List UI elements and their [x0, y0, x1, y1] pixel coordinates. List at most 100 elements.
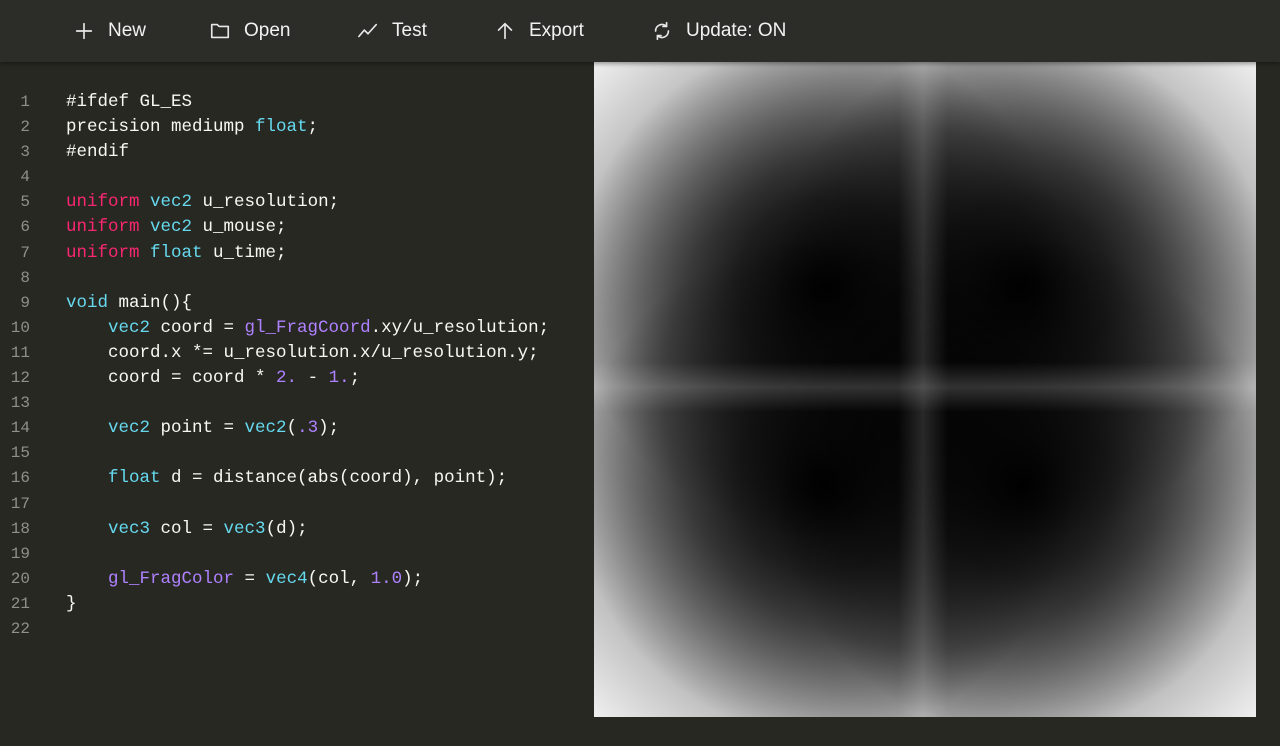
line-number: 20 [10, 569, 30, 588]
code-token: = [234, 568, 266, 589]
code-token: point = [150, 418, 245, 439]
shader-preview-image [594, 62, 1256, 717]
code-token: precision mediump [66, 117, 256, 138]
shader-preview-canvas[interactable] [594, 62, 1256, 717]
code-token: u_resolution; [192, 192, 340, 213]
line-number: 4 [20, 168, 30, 187]
line-number: 12 [10, 369, 30, 388]
open-button[interactable]: Open [208, 0, 290, 62]
code-token: float [108, 468, 161, 489]
code-text: void main(){ [66, 291, 192, 316]
line-number: 13 [10, 394, 30, 413]
code-token: coord.x *= u_resolution.x/u_resolution.y… [66, 342, 539, 363]
code-token: 2. [276, 368, 298, 389]
code-token: uniform [66, 192, 140, 213]
export-button-label: Export [529, 20, 584, 41]
export-button[interactable]: Export [493, 0, 584, 62]
code-token: ); [318, 418, 340, 439]
line-number: 21 [10, 594, 30, 613]
code-line[interactable]: 7 uniform float u_time; [0, 241, 594, 266]
code-text: vec3 col = vec3(d); [66, 517, 308, 542]
code-line[interactable]: 12 coord = coord * 2. - 1.; [0, 366, 594, 391]
code-token: 1.0 [370, 568, 403, 589]
code-line[interactable]: 2 precision mediump float; [0, 115, 594, 140]
code-token: vec2 [244, 418, 287, 439]
line-number: 1 [20, 93, 30, 111]
code-text: vec2 point = vec2(.3); [66, 416, 339, 441]
code-line[interactable]: 1 #ifdef GL_ES [0, 90, 594, 115]
line-number: 22 [10, 619, 30, 638]
code-line[interactable]: 17 [0, 492, 594, 517]
code-line[interactable]: 9 void main(){ [0, 291, 594, 316]
folder-icon [208, 19, 232, 43]
refresh-icon [650, 19, 674, 43]
code-token: (col, [307, 568, 371, 589]
code-text: vec2 coord = gl_FragCoord.xy/u_resolutio… [66, 316, 549, 341]
code-line[interactable]: 5 uniform vec2 u_resolution; [0, 190, 594, 215]
line-number: 7 [20, 243, 30, 262]
code-token: 1. [328, 368, 350, 389]
code-token: vec3 [108, 518, 151, 539]
test-button[interactable]: Test [356, 0, 427, 62]
code-line[interactable]: 20 gl_FragColor = vec4(col, 1.0); [0, 567, 594, 592]
code-line[interactable]: 13 [0, 391, 594, 416]
code-line[interactable]: 8 [0, 266, 594, 291]
line-number: 10 [10, 318, 30, 337]
code-text: precision mediump float; [66, 115, 318, 140]
new-button[interactable]: New [72, 0, 146, 62]
code-token: gl_FragCoord [244, 317, 371, 338]
code-token: ; [307, 117, 319, 138]
code-line[interactable]: 11 coord.x *= u_resolution.x/u_resolutio… [0, 341, 594, 366]
code-token: vec2 [108, 418, 151, 439]
code-token: gl_FragColor [108, 568, 235, 589]
open-button-label: Open [244, 20, 291, 41]
line-number: 5 [20, 193, 30, 212]
line-number: 15 [10, 444, 30, 463]
code-text: uniform vec2 u_resolution; [66, 190, 339, 215]
code-token: u_mouse; [192, 217, 287, 238]
code-token: ( [286, 418, 298, 439]
code-line[interactable]: 10 vec2 coord = gl_FragCoord.xy/u_resolu… [0, 316, 594, 341]
line-number: 17 [10, 494, 30, 513]
code-token: vec4 [265, 568, 308, 589]
line-number: 16 [10, 469, 30, 488]
code-lines: 1 #ifdef GL_ES 2 precision mediump float; 3 #… [0, 90, 594, 642]
code-text: uniform vec2 u_mouse; [66, 215, 287, 240]
code-line[interactable]: 3 #endif [0, 140, 594, 165]
code-token: u_time; [202, 242, 287, 263]
code-token: .xy/u_resolution; [370, 317, 550, 338]
line-number: 6 [20, 218, 30, 237]
code-text: float d = distance(abs(coord), point); [66, 466, 507, 491]
code-token: - [297, 368, 329, 389]
code-token: d = distance(abs(coord), point); [160, 468, 508, 489]
code-text: coord = coord * 2. - 1.; [66, 366, 360, 391]
code-text: #ifdef GL_ES [66, 90, 192, 115]
code-line[interactable]: 14 vec2 point = vec2(.3); [0, 416, 594, 441]
code-token: main(){ [108, 292, 193, 313]
code-token: float [255, 117, 308, 138]
code-line[interactable]: 6 uniform vec2 u_mouse; [0, 215, 594, 240]
code-text: } [66, 592, 77, 617]
code-token: vec2 [150, 192, 193, 213]
code-line[interactable]: 19 [0, 542, 594, 567]
line-number: 18 [10, 519, 30, 538]
code-line[interactable]: 22 [0, 617, 594, 642]
code-token: (d); [265, 518, 308, 539]
code-line[interactable]: 15 [0, 441, 594, 466]
code-token: void [66, 292, 109, 313]
update-toggle-button[interactable]: Update: ON [650, 0, 786, 62]
code-line[interactable]: 4 [0, 165, 594, 190]
code-line[interactable]: 16 float d = distance(abs(coord), point)… [0, 466, 594, 491]
line-number: 11 [10, 343, 30, 362]
code-token: .3 [297, 418, 319, 439]
code-editor[interactable]: 1 #ifdef GL_ES 2 precision mediump float; 3 #… [0, 62, 594, 746]
code-line[interactable]: 18 vec3 col = vec3(d); [0, 517, 594, 542]
code-line[interactable]: 21} [0, 592, 594, 617]
line-number: 9 [20, 293, 30, 312]
line-number: 14 [10, 419, 30, 438]
